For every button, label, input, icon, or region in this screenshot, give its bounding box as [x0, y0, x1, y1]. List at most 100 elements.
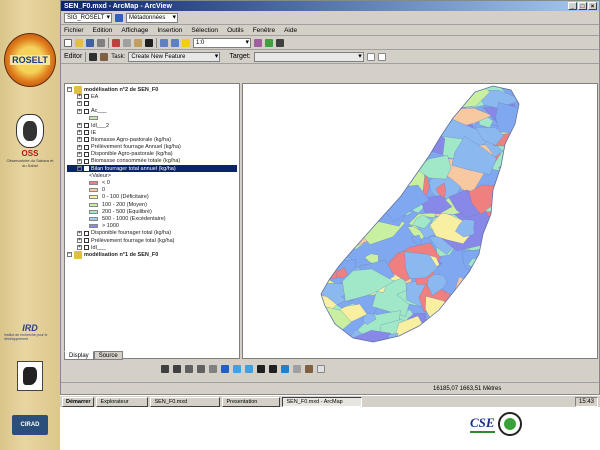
edit-tool-icon[interactable]: [89, 52, 98, 61]
toc-dataframe[interactable]: − modélisation n°1 de SEN_F0: [67, 250, 237, 259]
zoom-out-icon[interactable]: [173, 365, 181, 373]
layer-visibility-checkbox[interactable]: [84, 144, 89, 150]
cut-icon[interactable]: [112, 38, 120, 47]
map-view[interactable]: [242, 83, 598, 359]
paste-icon[interactable]: [134, 38, 142, 47]
sketch-properties-icon[interactable]: [377, 52, 386, 61]
save-icon[interactable]: [86, 38, 94, 47]
expand-icon[interactable]: +: [77, 158, 82, 164]
menu-affichage[interactable]: Affichage: [121, 27, 148, 34]
toc-layer-row[interactable]: + Disponible fourrager total (kg/ha): [67, 230, 237, 237]
expand-icon[interactable]: −: [67, 252, 72, 258]
open-icon[interactable]: [75, 38, 83, 47]
identify-icon[interactable]: [281, 365, 289, 373]
toc-layer-row[interactable]: + Biomasse Agro-pastorale (kg/ha): [67, 136, 237, 143]
toc-layer-row[interactable]: +: [67, 100, 237, 107]
tab-display[interactable]: Display: [64, 351, 94, 360]
layer-visibility-checkbox[interactable]: [84, 130, 89, 136]
arctoolbox-icon[interactable]: [265, 38, 273, 47]
toc-layer-row[interactable]: + Prélèvement fourrage total (kg/ha): [67, 237, 237, 244]
measure-icon[interactable]: [305, 365, 313, 373]
close-button[interactable]: ×: [588, 2, 597, 10]
expand-icon[interactable]: −: [67, 87, 72, 93]
menu-fichier[interactable]: Fichier: [64, 27, 84, 34]
forward-extent-icon[interactable]: [245, 365, 253, 373]
print-icon[interactable]: [97, 38, 105, 47]
task-explorer[interactable]: Explorateur: [96, 396, 149, 407]
menu-edition[interactable]: Edition: [93, 27, 113, 34]
new-icon[interactable]: [64, 38, 72, 47]
toc-layer-row[interactable]: + Ac___: [67, 108, 237, 115]
maximize-button[interactable]: □: [578, 2, 587, 10]
zoom-in-icon[interactable]: [161, 365, 169, 373]
task-presentation[interactable]: Presentation: [222, 396, 281, 407]
fixed-zoom-out-icon[interactable]: [197, 365, 205, 373]
find-icon[interactable]: [293, 365, 301, 373]
toc-layer-row[interactable]: + Prélèvement fourrage Annuel (kg/ha): [67, 144, 237, 151]
delete-icon[interactable]: [145, 38, 153, 47]
expand-icon[interactable]: +: [77, 245, 82, 251]
redo-icon[interactable]: [171, 38, 179, 47]
task-arcmap[interactable]: SEN_F0.mxd - ArcMap: [282, 396, 363, 407]
toc-layer-row[interactable]: − Bilan fourrager total annuel (kg/ha): [67, 165, 237, 173]
sketch-tool-icon[interactable]: [100, 52, 109, 61]
expand-icon[interactable]: +: [77, 144, 82, 150]
map-canvas[interactable]: [243, 84, 598, 359]
expand-icon[interactable]: +: [77, 238, 82, 244]
help-icon[interactable]: [276, 38, 284, 47]
layer-visibility-checkbox[interactable]: [84, 137, 89, 143]
menu-selection[interactable]: Sélection: [191, 27, 218, 34]
target-combo[interactable]: [253, 51, 364, 62]
menu-aide[interactable]: Aide: [284, 27, 297, 34]
expand-icon[interactable]: +: [77, 94, 82, 100]
editor-toolbar-icon[interactable]: [254, 38, 262, 47]
layer-visibility-checkbox[interactable]: [84, 238, 89, 244]
metadata-combo[interactable]: Métadonnées: [126, 12, 178, 23]
toc-layer-row[interactable]: + IE: [67, 129, 237, 136]
layer-visibility-checkbox[interactable]: [84, 158, 89, 164]
editor-menu[interactable]: Editor: [64, 53, 82, 60]
select-elements-icon[interactable]: [269, 365, 277, 373]
layer-visibility-checkbox[interactable]: [84, 94, 89, 100]
expand-icon[interactable]: +: [77, 130, 82, 136]
add-data-icon[interactable]: [182, 38, 190, 47]
task-mxd-1[interactable]: SEN_F0.mxd: [150, 396, 221, 407]
expand-icon[interactable]: +: [77, 137, 82, 143]
pan-icon[interactable]: [209, 365, 217, 373]
layer-visibility-checkbox[interactable]: [84, 108, 89, 114]
toc-layer-row[interactable]: + Idl___: [67, 244, 237, 251]
layer-visibility-checkbox[interactable]: [84, 123, 89, 129]
expand-icon[interactable]: +: [77, 230, 82, 236]
fixed-zoom-in-icon[interactable]: [185, 365, 193, 373]
toc-layer-row[interactable]: + Biomasse consommée totale (kg/ha): [67, 158, 237, 165]
start-button[interactable]: Démarrer: [62, 396, 95, 407]
undo-icon[interactable]: [160, 38, 168, 47]
expand-icon[interactable]: +: [77, 108, 82, 114]
globe-icon[interactable]: [115, 13, 123, 22]
title-bar[interactable]: SEN_F0.mxd - ArcMap - ArcView _ □ ×: [61, 1, 599, 11]
expand-icon[interactable]: −: [77, 166, 82, 172]
toc-layer-row[interactable]: + Idl___2: [67, 122, 237, 129]
layer-visibility-checkbox[interactable]: [84, 101, 89, 107]
toc-dataframe[interactable]: − modélisation n°2 de SEN_F0: [67, 85, 237, 94]
expand-icon[interactable]: +: [77, 123, 82, 129]
layer-visibility-checkbox[interactable]: [84, 245, 89, 251]
expand-icon[interactable]: +: [77, 151, 82, 157]
system-tray-clock[interactable]: 15:43: [574, 396, 598, 407]
layer-visibility-checkbox[interactable]: [84, 230, 89, 236]
layer-visibility-checkbox[interactable]: [84, 166, 89, 172]
scale-combo[interactable]: 1:0: [193, 37, 251, 48]
hyperlink-icon[interactable]: [317, 365, 325, 373]
menu-outils[interactable]: Outils: [227, 27, 244, 34]
task-combo[interactable]: Create New Feature: [128, 51, 221, 62]
project-combo[interactable]: SIG_ROSELT: [64, 12, 112, 23]
attributes-icon[interactable]: [366, 52, 375, 61]
back-extent-icon[interactable]: [233, 365, 241, 373]
menu-insertion[interactable]: Insertion: [157, 27, 182, 34]
expand-icon[interactable]: +: [77, 101, 82, 107]
table-of-contents[interactable]: − modélisation n°2 de SEN_F0 + EA + + Ac___ + Id…: [64, 83, 240, 359]
toc-layer-row[interactable]: + Disponible Agro-pastorale (kg/ha): [67, 151, 237, 158]
layer-visibility-checkbox[interactable]: [84, 151, 89, 157]
menu-fenetre[interactable]: Fenêtre: [253, 27, 275, 34]
tab-source[interactable]: Source: [93, 351, 123, 360]
